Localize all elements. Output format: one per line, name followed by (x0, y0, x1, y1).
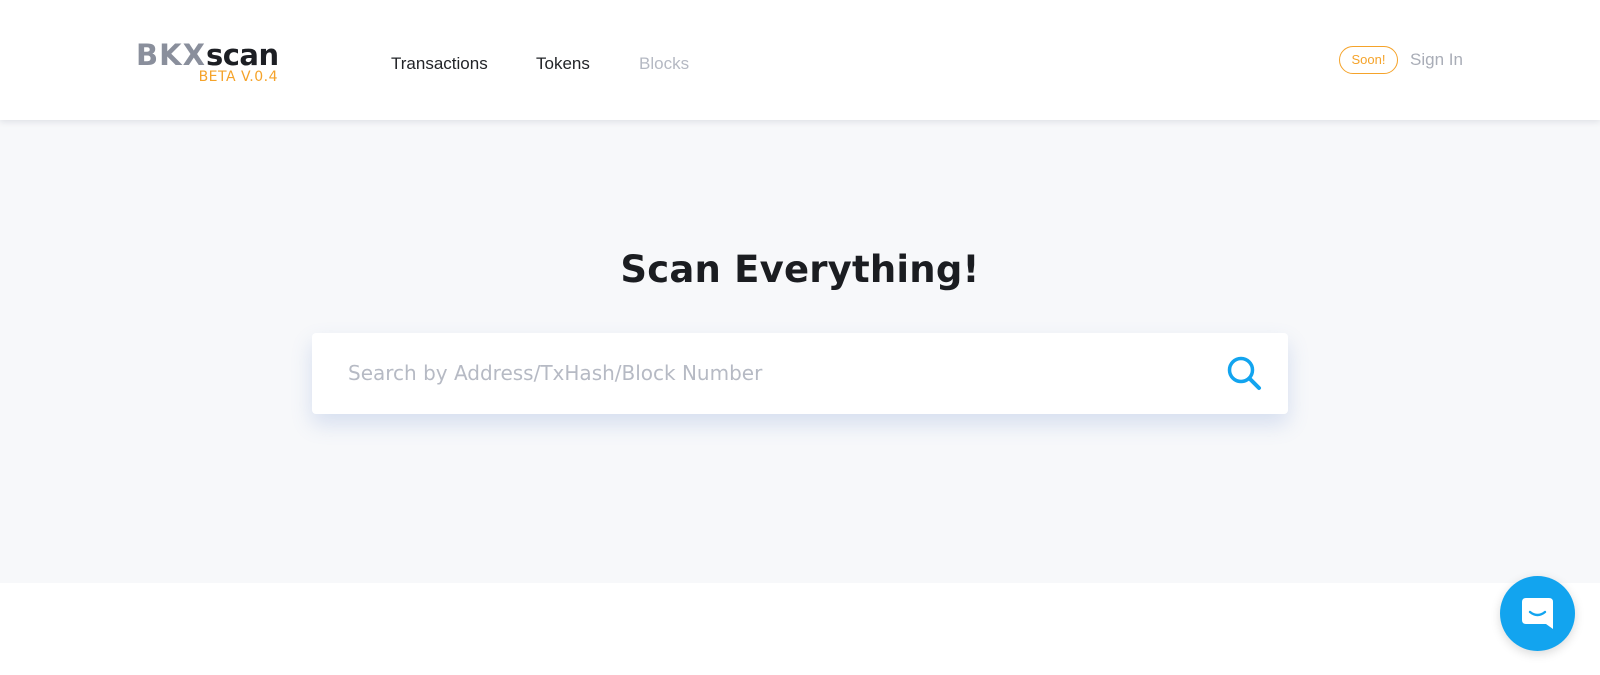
nav-blocks: Blocks (639, 54, 690, 73)
search-box (312, 333, 1288, 414)
chat-icon (1522, 598, 1553, 629)
logo-bkx-text: BKX (136, 38, 206, 72)
soon-badge: Soon! (1339, 46, 1398, 74)
hero-title: Scan Everything! (620, 248, 980, 291)
nav-tokens[interactable]: Tokens (536, 52, 590, 76)
nav-transactions[interactable]: Transactions (391, 52, 488, 76)
logo-scan-text: scan (205, 38, 279, 72)
search-icon[interactable] (1226, 355, 1264, 393)
search-input[interactable] (348, 353, 1168, 393)
logo-wordmark: BKXscan (136, 38, 279, 72)
sign-in-link[interactable]: Sign In (1410, 48, 1463, 72)
version-label: BETA V.0.4 (198, 69, 278, 85)
chat-launcher-button[interactable] (1500, 576, 1575, 651)
site-header: BKXscan BETA V.0.4 Transactions Tokens B… (0, 0, 1600, 120)
logo[interactable]: BKXscan BETA V.0.4 (136, 38, 286, 90)
hero-section: Scan Everything! (0, 120, 1600, 583)
